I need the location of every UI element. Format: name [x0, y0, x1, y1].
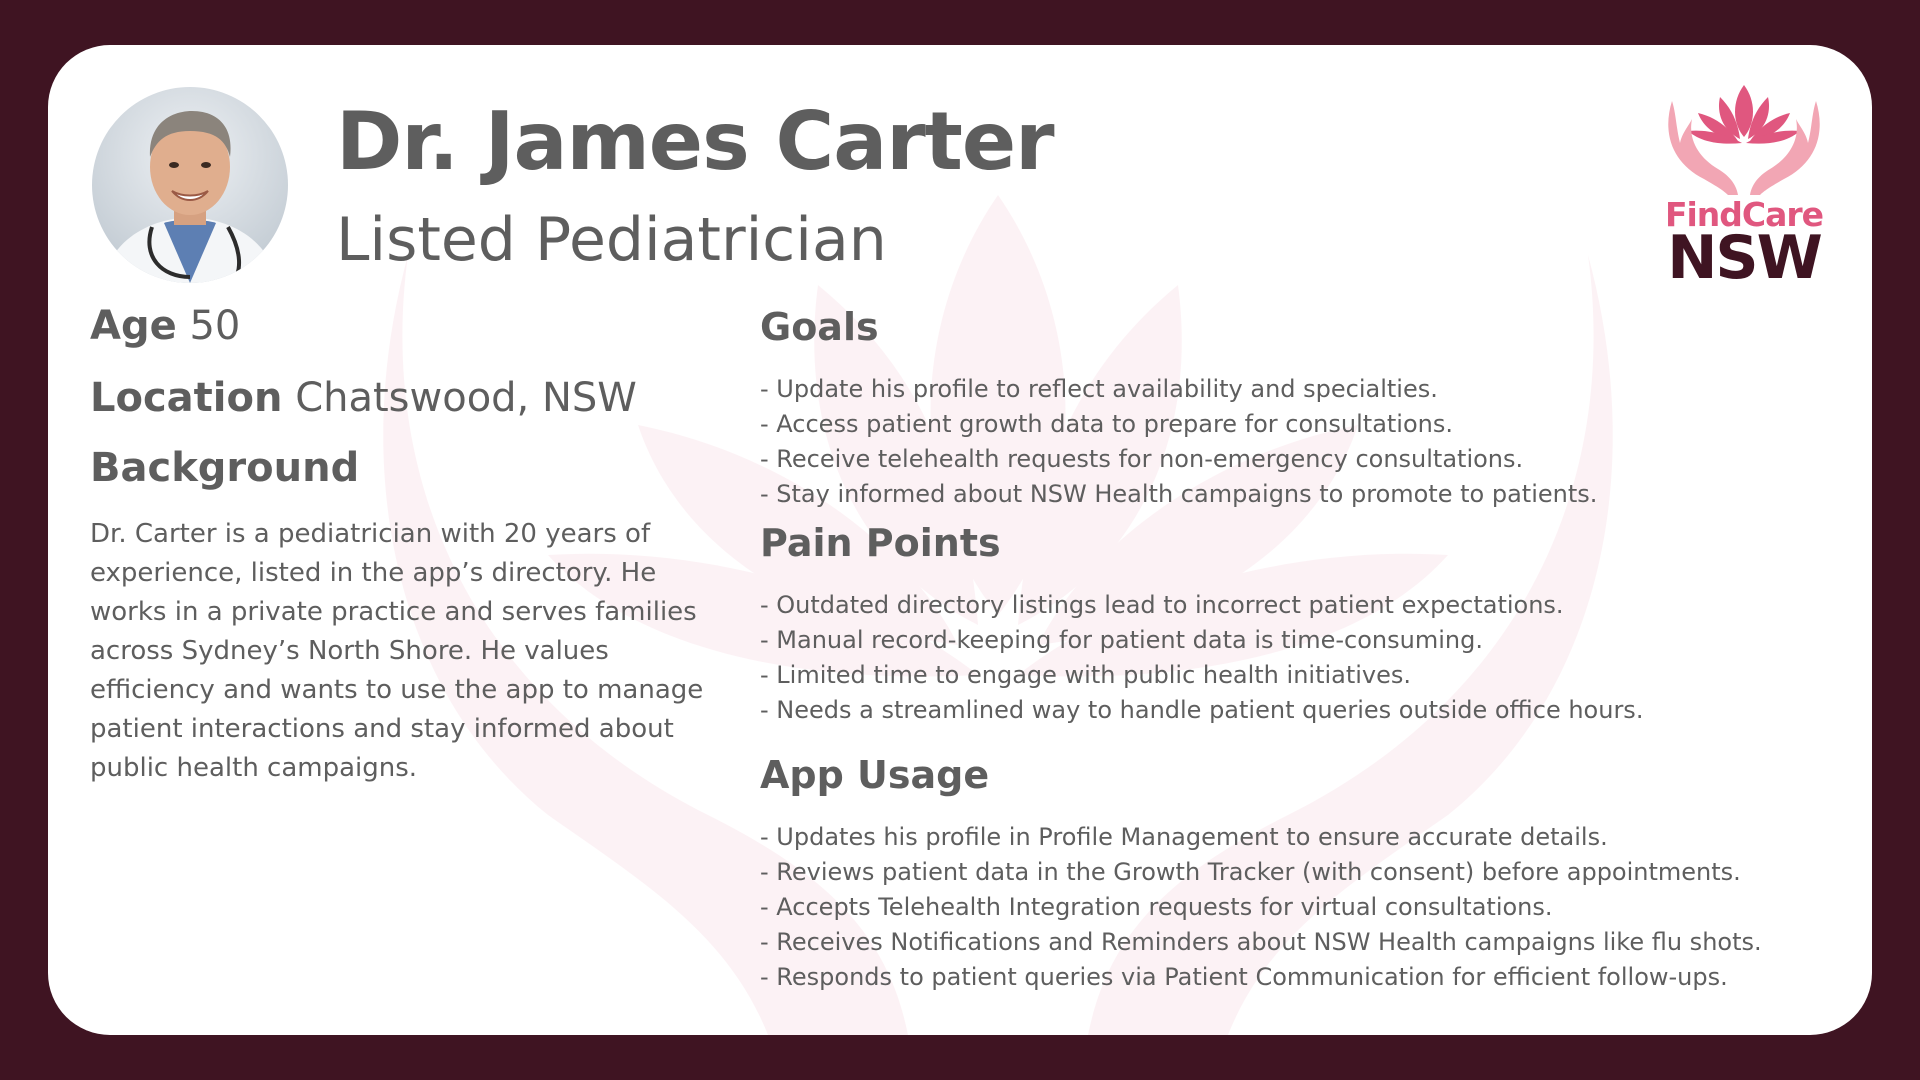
- age-label: Age: [90, 303, 177, 349]
- list-item: - Limited time to engage with public hea…: [760, 661, 1412, 689]
- app-usage-list: - Updates his profile in Profile Managem…: [760, 820, 1762, 995]
- list-item: - Stay informed about NSW Health campaig…: [760, 480, 1598, 508]
- list-item: - Update his profile to reflect availabi…: [760, 375, 1438, 403]
- pain-points-list: - Outdated directory listings lead to in…: [760, 588, 1643, 728]
- list-item: - Accepts Telehealth Integration request…: [760, 893, 1553, 921]
- logo-text-nsw: NSW: [1667, 223, 1823, 293]
- age-value: 50: [189, 303, 241, 349]
- list-item: - Access patient growth data to prepare …: [760, 410, 1453, 438]
- avatar: [92, 87, 288, 283]
- goals-title: Goals: [760, 305, 879, 349]
- list-item: - Receive telehealth requests for non-em…: [760, 445, 1524, 473]
- list-item: - Updates his profile in Profile Managem…: [760, 823, 1608, 851]
- list-item: - Responds to patient queries via Patien…: [760, 963, 1728, 991]
- age-field: Age 50: [90, 303, 240, 349]
- list-item: - Manual record-keeping for patient data…: [760, 626, 1483, 654]
- doctor-portrait-icon: [92, 87, 288, 283]
- background-title: Background: [90, 445, 360, 491]
- persona-card: Dr. James Carter Listed Pediatrician Fin…: [48, 45, 1872, 1035]
- list-item: - Receives Notifications and Reminders a…: [760, 928, 1762, 956]
- list-item: - Outdated directory listings lead to in…: [760, 591, 1564, 619]
- list-item: - Reviews patient data in the Growth Tra…: [760, 858, 1741, 886]
- background-text: Dr. Carter is a pediatrician with 20 yea…: [90, 519, 704, 783]
- list-item: - Needs a streamlined way to handle pati…: [760, 696, 1644, 724]
- findcare-nsw-logo: FindCare NSW: [1658, 83, 1830, 293]
- lotus-hands-logo-icon: [1668, 85, 1820, 195]
- persona-role: Listed Pediatrician: [336, 205, 887, 275]
- location-label: Location: [90, 375, 283, 421]
- location-field: Location Chatswood, NSW: [90, 375, 637, 421]
- goals-list: - Update his profile to reflect availabi…: [760, 372, 1597, 512]
- pain-points-title: Pain Points: [760, 521, 1001, 565]
- location-value: Chatswood, NSW: [295, 375, 637, 421]
- app-usage-title: App Usage: [760, 753, 990, 797]
- persona-name: Dr. James Carter: [336, 95, 1055, 188]
